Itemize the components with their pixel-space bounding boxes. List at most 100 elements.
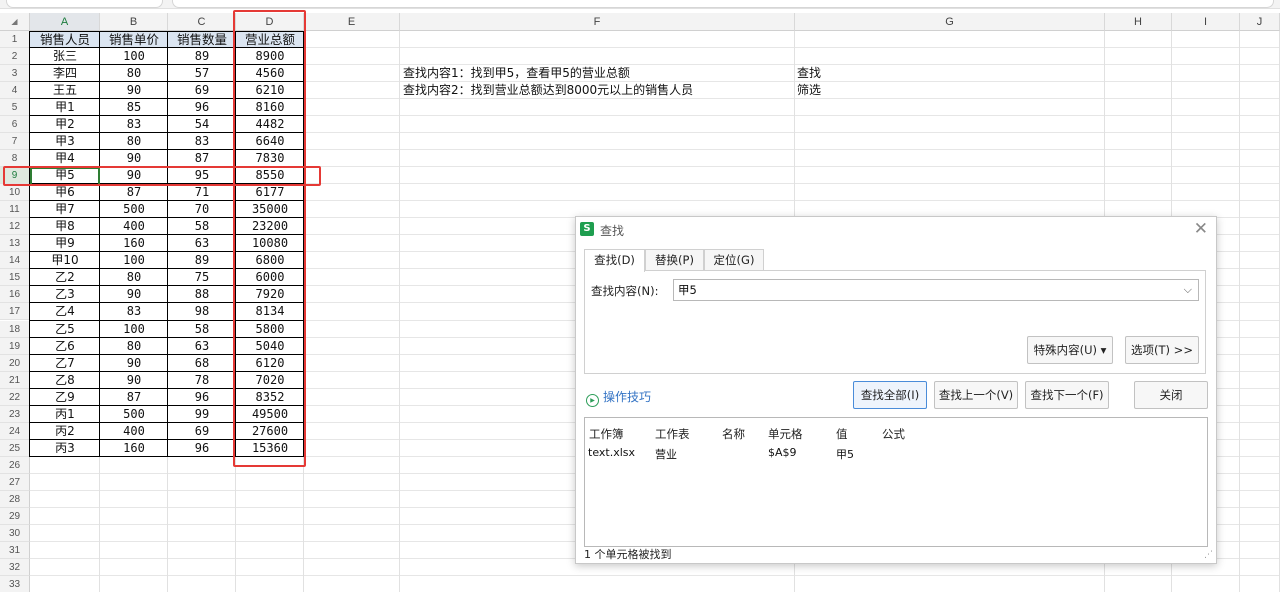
table-cell[interactable]: 75 xyxy=(168,269,236,286)
table-cell[interactable]: 100 xyxy=(100,48,168,65)
table-cell[interactable]: 70 xyxy=(168,201,236,218)
find-prev-button[interactable]: 查找上一个(V) xyxy=(934,381,1018,409)
resize-grip-icon[interactable]: ⋰ xyxy=(1204,550,1213,560)
result-col-value[interactable]: 值 xyxy=(836,426,848,442)
table-cell[interactable]: 160 xyxy=(100,440,168,457)
row-header-3[interactable]: 3 xyxy=(0,65,30,83)
table-cell[interactable]: 83 xyxy=(100,116,168,133)
table-cell[interactable]: 63 xyxy=(168,338,236,355)
tab-find[interactable]: 查找(D) xyxy=(584,249,645,272)
col-header-h[interactable]: H xyxy=(1105,13,1172,31)
table-cell[interactable]: 90 xyxy=(100,150,168,167)
table-cell[interactable]: 乙8 xyxy=(30,372,100,389)
table-cell[interactable]: 78 xyxy=(168,372,236,389)
table-cell[interactable]: 乙7 xyxy=(30,355,100,372)
table-cell[interactable]: 甲4 xyxy=(30,150,100,167)
table-cell[interactable]: 甲2 xyxy=(30,116,100,133)
table-cell[interactable]: 87 xyxy=(100,389,168,406)
table-cell[interactable]: 丙2 xyxy=(30,423,100,440)
table-cell[interactable]: 甲10 xyxy=(30,252,100,269)
table-cell[interactable]: 乙3 xyxy=(30,286,100,303)
row-header-20[interactable]: 20 xyxy=(0,354,30,372)
row-header-24[interactable]: 24 xyxy=(0,422,30,440)
table-cell[interactable]: 98 xyxy=(168,303,236,320)
table-cell[interactable]: 甲9 xyxy=(30,235,100,252)
note-text-1[interactable]: 查找内容1：找到甲5，查看甲5的营业总额 xyxy=(403,65,630,82)
table-cell[interactable]: 85 xyxy=(100,99,168,116)
row-header-17[interactable]: 17 xyxy=(0,303,30,321)
row-header-21[interactable]: 21 xyxy=(0,371,30,389)
row-header-31[interactable]: 31 xyxy=(0,541,30,559)
table-cell[interactable]: 100 xyxy=(100,321,168,338)
row-header-11[interactable]: 11 xyxy=(0,201,30,219)
row-header-6[interactable]: 6 xyxy=(0,116,30,134)
table-cell[interactable]: 96 xyxy=(168,389,236,406)
table-cell[interactable]: 69 xyxy=(168,82,236,99)
table-cell[interactable]: 丙1 xyxy=(30,406,100,423)
result-col-workbook[interactable]: 工作簿 xyxy=(589,426,624,442)
table-cell[interactable]: 63 xyxy=(168,235,236,252)
options-button[interactable]: 选项(T) >> xyxy=(1125,336,1199,364)
table-cell[interactable]: 83 xyxy=(100,303,168,320)
table-cell[interactable]: 80 xyxy=(100,65,168,82)
row-header-15[interactable]: 15 xyxy=(0,269,30,287)
table-cell[interactable]: 96 xyxy=(168,99,236,116)
table-cell[interactable]: 丙3 xyxy=(30,440,100,457)
dialog-titlebar[interactable]: S 查找 ✕ xyxy=(576,217,1216,243)
table-cell[interactable]: 李四 xyxy=(30,65,100,82)
table-cell[interactable]: 甲6 xyxy=(30,184,100,201)
row-header-19[interactable]: 19 xyxy=(0,337,30,355)
table-header-cell[interactable]: 销售人员 xyxy=(30,31,100,49)
table-cell[interactable]: 90 xyxy=(100,82,168,99)
table-cell[interactable]: 87 xyxy=(168,150,236,167)
table-cell[interactable]: 80 xyxy=(100,133,168,150)
table-cell[interactable]: 500 xyxy=(100,406,168,423)
table-cell[interactable]: 58 xyxy=(168,321,236,338)
select-all-corner[interactable]: ◢ xyxy=(0,13,30,31)
table-cell[interactable]: 甲1 xyxy=(30,99,100,116)
find-all-button[interactable]: 查找全部(I) xyxy=(853,381,927,409)
table-cell[interactable]: 张三 xyxy=(30,48,100,65)
table-cell[interactable]: 88 xyxy=(168,286,236,303)
results-list[interactable]: 工作簿 工作表 名称 单元格 值 公式 text.xlsx 营业 $A$9 甲5 xyxy=(584,417,1208,547)
row-header-12[interactable]: 12 xyxy=(0,218,30,236)
table-cell[interactable]: 400 xyxy=(100,423,168,440)
note-tag-2[interactable]: 筛选 xyxy=(797,82,821,99)
find-input[interactable]: 甲5 ⌵ xyxy=(673,279,1199,301)
row-header-25[interactable]: 25 xyxy=(0,439,30,457)
col-header-e[interactable]: E xyxy=(304,13,400,31)
table-cell[interactable]: 83 xyxy=(168,133,236,150)
row-header-5[interactable]: 5 xyxy=(0,99,30,117)
table-cell[interactable]: 80 xyxy=(100,269,168,286)
table-cell[interactable]: 甲8 xyxy=(30,218,100,235)
table-header-cell[interactable]: 销售数量 xyxy=(168,31,236,49)
row-header-18[interactable]: 18 xyxy=(0,320,30,338)
col-header-j[interactable]: J xyxy=(1240,13,1280,31)
chevron-down-icon[interactable]: ⌵ xyxy=(1184,280,1192,300)
table-cell[interactable]: 71 xyxy=(168,184,236,201)
row-header-29[interactable]: 29 xyxy=(0,507,30,525)
table-cell[interactable]: 89 xyxy=(168,252,236,269)
row-header-14[interactable]: 14 xyxy=(0,252,30,270)
table-cell[interactable]: 甲3 xyxy=(30,133,100,150)
tab-replace[interactable]: 替换(P) xyxy=(645,249,704,270)
table-cell[interactable]: 甲7 xyxy=(30,201,100,218)
result-col-cell[interactable]: 单元格 xyxy=(768,426,803,442)
formula-bar[interactable] xyxy=(172,0,1274,8)
close-button[interactable]: 关闭 xyxy=(1134,381,1208,409)
row-header-22[interactable]: 22 xyxy=(0,388,30,406)
result-col-formula[interactable]: 公式 xyxy=(882,426,905,442)
table-cell[interactable]: 500 xyxy=(100,201,168,218)
row-header-16[interactable]: 16 xyxy=(0,286,30,304)
table-cell[interactable]: 80 xyxy=(100,338,168,355)
col-header-i[interactable]: I xyxy=(1172,13,1240,31)
table-cell[interactable]: 王五 xyxy=(30,82,100,99)
table-cell[interactable]: 90 xyxy=(100,372,168,389)
row-header-1[interactable]: 1 xyxy=(0,31,30,49)
result-col-sheet[interactable]: 工作表 xyxy=(655,426,690,442)
note-text-2[interactable]: 查找内容2：找到营业总额达到8000元以上的销售人员 xyxy=(403,82,693,99)
row-header-32[interactable]: 32 xyxy=(0,558,30,576)
table-cell[interactable]: 乙4 xyxy=(30,303,100,320)
table-cell[interactable]: 69 xyxy=(168,423,236,440)
special-content-button[interactable]: 特殊内容(U) ▾ xyxy=(1027,336,1113,364)
